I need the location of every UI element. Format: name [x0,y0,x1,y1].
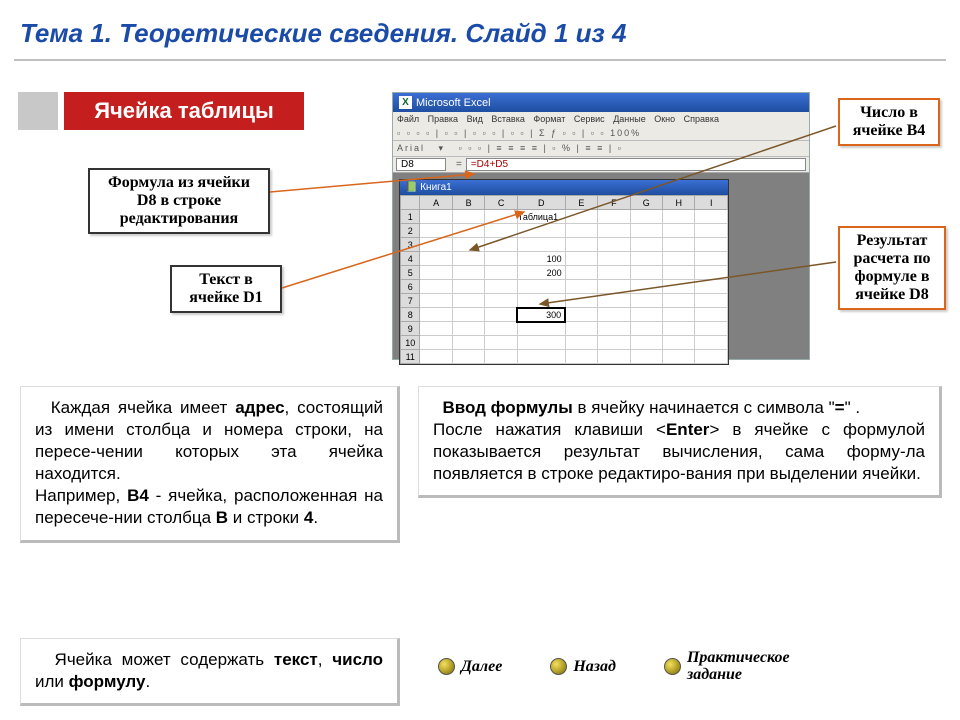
excel-workspace: 📗 Книга1 ABCDEFGHI 1Таблица1 2 3 4100 52… [393,173,809,359]
callout-result-d8: Результат расчета по формуле в ячейке D8 [838,226,946,310]
menu-item: Формат [533,114,565,124]
nav-practice-label: Практическоезадание [687,650,790,684]
nav-back-label: Назад [573,658,616,676]
nav-back[interactable]: Назад [550,658,616,676]
nav-practice[interactable]: Практическоезадание [664,650,790,684]
bullet-icon [550,658,567,675]
excel-titlebar: X Microsoft Excel [393,93,809,112]
excel-book-title: 📗 Книга1 [400,180,728,195]
excel-formula-input: =D4+D5 [466,158,806,171]
menu-item: Файл [397,114,419,124]
subtitle-block: Ячейка таблицы [18,92,258,130]
menu-item: Вставка [491,114,524,124]
menu-item: Вид [467,114,483,124]
menu-item: Справка [684,114,719,124]
excel-grid: ABCDEFGHI 1Таблица1 2 3 4100 5200 6 7 83… [400,195,728,364]
excel-workbook: 📗 Книга1 ABCDEFGHI 1Таблица1 2 3 4100 52… [399,179,729,365]
callout-formula-d8: Формула из ячейки D8 в строке редактиров… [88,168,270,234]
textbox-address: Каждая ячейка имеет адрес, состоящий из … [20,386,400,543]
subtitle-decoration [18,92,58,130]
excel-icon: X [399,96,412,109]
bullet-icon [664,658,681,675]
callout-text-d1: Текст в ячейке D1 [170,265,282,313]
divider [14,59,946,61]
textbox-content-types: Ячейка может содержать текст, число или … [20,638,400,706]
menu-item: Сервис [574,114,605,124]
menu-item: Данные [613,114,646,124]
excel-screenshot: X Microsoft Excel Файл Правка Вид Вставк… [392,92,810,360]
excel-name-box: D8 [396,158,446,171]
menu-item: Окно [654,114,675,124]
excel-formula-bar: D8 = =D4+D5 [393,157,809,173]
nav-next-label: Далее [461,658,502,676]
nav-row: Далее Назад Практическоезадание [438,650,790,684]
page-title: Тема 1. Теоретические сведения. Слайд 1 … [0,0,960,59]
bullet-icon [438,658,455,675]
nav-next[interactable]: Далее [438,658,502,676]
excel-toolbar-1: ▫ ▫ ▫ ▫ | ▫ ▫ | ▫ ▫ ▫ | ▫ ▫ | Σ ƒ ▫ ▫ | … [393,126,809,141]
excel-app-title: Microsoft Excel [416,97,491,109]
excel-toolbar-2: Arial ▾ ▫ ▫ ▫ | ≡ ≡ ≡ ≡ | ▫ % | ≡ ≡ | ▫ [393,141,809,157]
subtitle: Ячейка таблицы [64,92,304,130]
excel-menubar: Файл Правка Вид Вставка Формат Сервис Да… [393,112,809,126]
excel-fx-label: = [456,159,462,170]
callout-number-b4: Число в ячейке B4 [838,98,940,146]
menu-item: Правка [428,114,458,124]
textbox-formula: Ввод формулы в ячейку начинается с симво… [418,386,942,498]
